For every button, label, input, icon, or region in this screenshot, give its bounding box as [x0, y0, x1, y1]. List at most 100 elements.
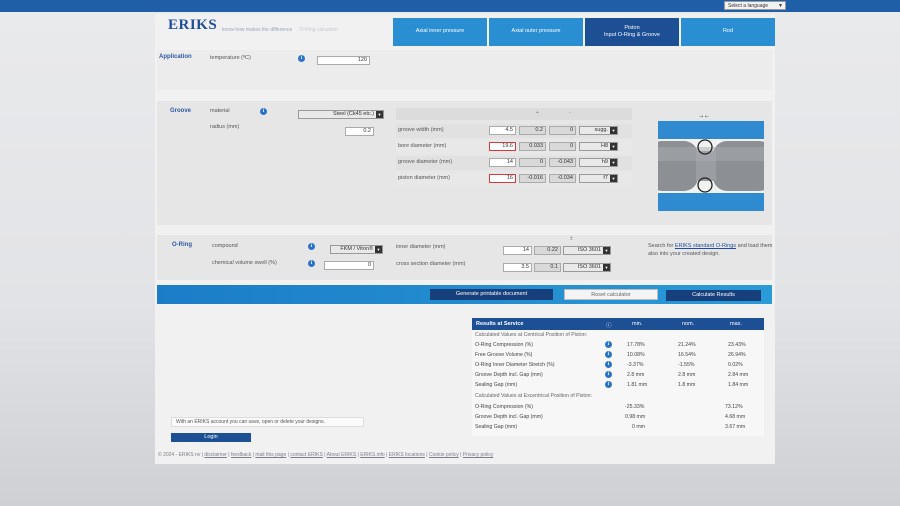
cross-section-input[interactable]: 3.5 — [503, 263, 532, 272]
language-select-label: Select a language — [728, 3, 769, 9]
value-max: 0.02% — [728, 362, 743, 368]
tab-label: Piston Input O-Ring & Groove — [604, 24, 660, 38]
eriks-logo[interactable]: ERIKS — [168, 17, 217, 34]
fit-select[interactable]: h9 ▼ — [579, 158, 618, 167]
info-icon[interactable]: i — [605, 341, 612, 348]
footer-link-cookie-policy[interactable]: Cookie policy — [429, 452, 459, 458]
radius-input[interactable]: 0.2 — [345, 127, 374, 136]
chevron-down-icon: ▼ — [610, 143, 617, 150]
table-row: O-Ring Compression (%) i 17.78% 21.24% 2… — [472, 340, 764, 350]
row-label: Groove Depth incl. Gap (mm) — [475, 372, 543, 378]
tolerance-plus[interactable]: -0.016 — [519, 174, 546, 183]
inner-diameter-tolerance[interactable]: 0.22 — [534, 246, 561, 255]
footer-link-contact[interactable]: contact ERIKS — [290, 452, 323, 458]
info-icon[interactable]: i — [605, 381, 612, 388]
tolerance-plus[interactable]: 0.033 — [519, 142, 546, 151]
tolerance-minus[interactable]: -0.043 — [549, 158, 576, 167]
language-select[interactable]: Select a language ▼ — [724, 1, 786, 10]
tolerance-minus[interactable]: 0 — [549, 126, 576, 135]
inner-standard-select[interactable]: ISO 3601 ▼ — [563, 246, 611, 255]
copyright: © 2024 - ERIKS nv | — [158, 452, 205, 458]
value-min: -3.37% — [627, 362, 644, 368]
tolerance-plus[interactable]: 0 — [519, 158, 546, 167]
col-minus: - — [569, 110, 571, 116]
info-icon[interactable]: i — [605, 371, 612, 378]
table-row: Groove Depth incl. Gap (mm) i 2.8 mm 2.8… — [472, 370, 764, 380]
volume-swell-label: chemical volume swell (%) — [212, 260, 277, 266]
fit-select[interactable]: f7 ▼ — [579, 174, 618, 183]
info-icon[interactable]: i — [308, 260, 315, 267]
chevron-down-icon: ▼ — [610, 159, 617, 166]
groove-diameter-input[interactable]: 14 — [489, 158, 516, 167]
fit-select[interactable]: H8 ▼ — [579, 142, 618, 151]
standard-value: ISO 3601 — [577, 264, 601, 270]
tab-piston[interactable]: Piston Input O-Ring & Groove — [585, 18, 679, 46]
fit-select[interactable]: sugg. ▼ — [579, 126, 618, 135]
results-panel: Results at Service ⓘ min. nom. max. Calc… — [472, 318, 764, 436]
footer-link-mail-page[interactable]: mail this page — [255, 452, 286, 458]
value-max: 2.84 mm — [728, 372, 749, 378]
chevron-down-icon: ▼ — [610, 127, 617, 134]
row-label: O-Ring Compression (%) — [475, 404, 533, 410]
col-min: min. — [632, 321, 643, 327]
info-icon[interactable]: ⓘ — [606, 321, 612, 329]
table-row: Groove Depth incl. Gap (mm) 0.98 mm 4.68… — [472, 412, 764, 422]
info-icon[interactable]: i — [308, 243, 315, 250]
groove-heading: Groove — [170, 108, 192, 114]
volume-swell-input[interactable]: 0 — [324, 261, 374, 270]
row-label: Calculated Values at Centrical Position … — [475, 332, 588, 338]
search-orings-link[interactable]: ERIKS standard O-Rings — [675, 243, 736, 249]
row-label: piston diameter (mm) — [398, 175, 450, 181]
info-icon[interactable]: i — [298, 55, 305, 62]
footer-link-about[interactable]: About ERIKS — [327, 452, 356, 458]
tolerance-minus[interactable]: -0.034 — [549, 174, 576, 183]
footer-link-feedback[interactable]: feedback — [231, 452, 251, 458]
tab-axial-outer-pressure[interactable]: Axial outer pressure — [489, 18, 583, 46]
generate-document-button[interactable]: Generate printable document — [430, 289, 553, 300]
temperature-input[interactable]: 120 — [317, 56, 370, 65]
value-max: 4.68 mm — [725, 414, 746, 420]
bore-diameter-input[interactable]: 19.6 — [489, 142, 516, 151]
table-row: piston diameter (mm) 16 -0.016 -0.034 f7… — [396, 172, 632, 186]
value-min: 2.8 mm — [627, 372, 645, 378]
info-icon[interactable]: i — [260, 108, 267, 115]
row-label: groove diameter (mm) — [398, 159, 453, 165]
row-label: Calculated Values at Excentrical Positio… — [475, 393, 592, 399]
calculate-results-button[interactable]: Calculate Results — [666, 290, 761, 301]
value-max: 73.12% — [725, 404, 743, 410]
tab-axial-inner-pressure[interactable]: Axial inner pressure — [393, 18, 487, 46]
reset-calculator-button[interactable]: Reset calculator — [564, 289, 658, 300]
cross-section-tolerance[interactable]: 0.1 — [534, 263, 561, 272]
compound-value: FKM / Viton® — [340, 246, 373, 252]
table-row: O-Ring Compression (%) -25.33% 73.12% — [472, 402, 764, 412]
groove-grid-header — [396, 108, 632, 120]
footer-link-disclaimer[interactable]: disclaimer — [204, 452, 227, 458]
info-icon[interactable]: i — [605, 361, 612, 368]
chevron-down-icon: ▼ — [375, 246, 382, 253]
footer-link-locations[interactable]: ERIKS locations — [389, 452, 425, 458]
login-button[interactable]: Login — [171, 433, 251, 442]
chevron-down-icon: ▼ — [603, 247, 610, 254]
material-select[interactable]: Steel (Ck45 etc.) ▼ — [298, 110, 384, 119]
table-row: Sealing Gap (mm) i 1.81 mm 1.8 mm 1.84 m… — [472, 380, 764, 390]
breadcrumb[interactable]: O-Ring calculator — [300, 27, 339, 33]
tab-label: Rod — [722, 28, 734, 35]
fit-value: f7 — [603, 175, 608, 181]
results-title: Results at Service — [476, 321, 524, 327]
value-min: 0.98 mm — [625, 414, 646, 420]
standard-value: ISO 3601 — [577, 247, 601, 253]
tab-rod[interactable]: Rod — [681, 18, 775, 46]
inner-diameter-label: inner diameter (mm) — [396, 244, 446, 250]
row-label: bore diameter (mm) — [398, 143, 447, 149]
piston-diameter-input[interactable]: 16 — [489, 174, 516, 183]
groove-width-input[interactable]: 4.5 — [489, 126, 516, 135]
cross-section-label: cross section diameter (mm) — [396, 261, 466, 267]
tolerance-minus[interactable]: 0 — [549, 142, 576, 151]
info-icon[interactable]: i — [605, 351, 612, 358]
inner-diameter-input[interactable]: 14 — [503, 246, 532, 255]
cross-standard-select[interactable]: ISO 3601 ▼ — [563, 263, 611, 272]
footer-link-privacy-policy[interactable]: Privacy policy — [463, 452, 494, 458]
tolerance-plus[interactable]: 0.2 — [519, 126, 546, 135]
footer-link-eriks-info[interactable]: ERIKS.info — [360, 452, 384, 458]
compound-select[interactable]: FKM / Viton® ▼ — [330, 245, 383, 254]
